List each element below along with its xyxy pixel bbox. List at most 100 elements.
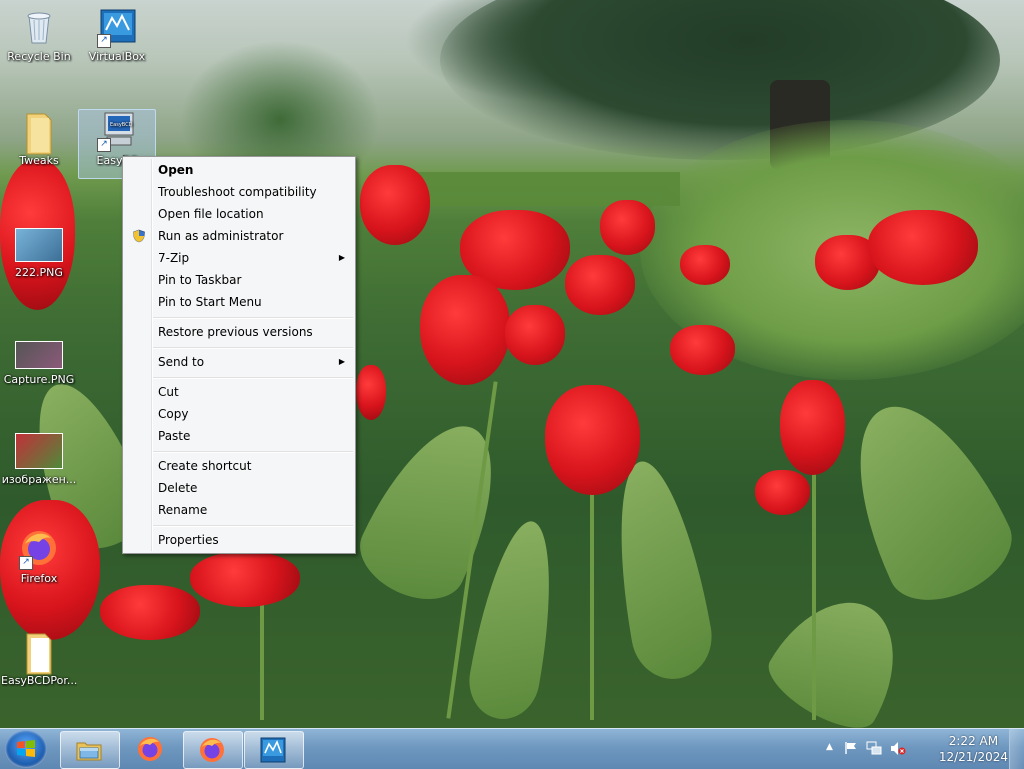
explorer-icon — [76, 742, 102, 761]
virtualbox-icon: ↗ — [97, 6, 137, 48]
desktop-icon-label: изображен... — [1, 473, 77, 486]
menu-item-label: Cut — [158, 385, 179, 399]
menu-item-label: Properties — [158, 533, 219, 547]
menu-item-troubleshoot-compatibility[interactable]: Troubleshoot compatibility — [125, 181, 353, 203]
desktop-icon-capture-png[interactable]: Capture.PNG — [1, 337, 77, 386]
menu-item-rename[interactable]: Rename — [125, 499, 353, 521]
desktop-icon-222-png[interactable]: 222.PNG — [1, 228, 77, 279]
shortcut-arrow-icon: ↗ — [97, 34, 111, 48]
menu-item-label: Pin to Taskbar — [158, 273, 242, 287]
wallpaper-leaf — [601, 454, 719, 686]
virtualbox-icon — [260, 737, 286, 763]
firefox-icon — [200, 738, 224, 762]
menu-item-pin-to-taskbar[interactable]: Pin to Taskbar — [125, 269, 353, 291]
menu-item-open-file-location[interactable]: Open file location — [125, 203, 353, 225]
menu-item-label: Open — [158, 163, 194, 177]
submenu-arrow-icon: ▶ — [338, 357, 345, 366]
menu-item-pin-to-start-menu[interactable]: Pin to Start Menu — [125, 291, 353, 313]
wallpaper-tulip — [600, 200, 655, 255]
wallpaper-tulip — [420, 275, 510, 385]
firefox-icon — [138, 737, 162, 761]
desktop-icon-label: Recycle Bin — [7, 50, 71, 63]
show-desktop-button[interactable] — [1009, 729, 1024, 769]
desktop-icon-label: Firefox — [20, 572, 58, 585]
wallpaper-tulip — [505, 305, 565, 365]
desktop-icon-recycle-bin[interactable]: Recycle Bin — [1, 6, 77, 63]
menu-item-create-shortcut[interactable]: Create shortcut — [125, 455, 353, 477]
menu-item-label: Paste — [158, 429, 191, 443]
menu-item-label: Open file location — [158, 207, 264, 221]
menu-item-label: Run as administrator — [158, 229, 284, 243]
context-menu: Open Troubleshoot compatibility Open fil… — [122, 156, 356, 554]
folder-icon — [19, 630, 59, 675]
wallpaper-stem — [812, 460, 816, 720]
submenu-arrow-icon: ▶ — [338, 253, 345, 262]
menu-item-label: Pin to Start Menu — [158, 295, 262, 309]
wallpaper-tulip — [190, 552, 300, 607]
desktop-icon-easybcd-portable[interactable]: EasyBCDPor... — [1, 630, 77, 687]
shortcut-arrow-icon: ↗ — [97, 138, 111, 152]
menu-item-delete[interactable]: Delete — [125, 477, 353, 499]
menu-item-label: 7-Zip — [158, 251, 190, 265]
wallpaper-tulip — [680, 245, 730, 285]
menu-item-label: Create shortcut — [158, 459, 252, 473]
menu-item-label: Send to — [158, 355, 205, 369]
action-center-flag-icon[interactable] — [844, 741, 858, 755]
clock-time: 2:22 AM — [948, 734, 999, 748]
desktop-icon-label: Capture.PNG — [3, 373, 75, 386]
wallpaper-leaf — [758, 578, 922, 728]
network-icon[interactable] — [866, 741, 882, 756]
wallpaper-tulip — [670, 325, 735, 375]
menu-item-label: Troubleshoot compatibility — [158, 185, 317, 199]
folder-icon — [19, 110, 59, 155]
svg-text:EasyBCD: EasyBCD — [110, 122, 133, 128]
desktop-icon-label: 222.PNG — [15, 266, 63, 279]
menu-item-open[interactable]: Open — [125, 159, 353, 181]
firefox-icon: ↗ — [19, 528, 59, 570]
show-hidden-icons-icon[interactable]: ▲ — [826, 742, 833, 752]
menu-item-7-zip[interactable]: 7-Zip ▶ — [125, 247, 353, 269]
volume-muted-icon[interactable] — [890, 741, 906, 756]
menu-item-paste[interactable]: Paste — [125, 425, 353, 447]
wallpaper-leaf — [823, 381, 1024, 619]
taskbar-button-firefox-window[interactable] — [183, 731, 243, 769]
menu-item-properties[interactable]: Properties — [125, 529, 353, 551]
taskbar-button-explorer[interactable] — [60, 731, 120, 769]
menu-separator — [153, 317, 353, 319]
wallpaper-tulip — [356, 365, 386, 420]
desktop-icon-image-file[interactable]: изображен... — [1, 433, 77, 486]
wallpaper-tulip — [100, 585, 200, 640]
wallpaper-tulip — [868, 210, 978, 285]
menu-item-cut[interactable]: Cut — [125, 381, 353, 403]
image-thumbnail-icon — [15, 228, 63, 262]
menu-separator — [153, 525, 353, 527]
uac-shield-icon — [133, 229, 145, 243]
windows-logo-icon — [17, 740, 35, 757]
start-button[interactable] — [5, 730, 47, 768]
desktop-icon-virtualbox[interactable]: ↗ VirtualBox — [79, 6, 155, 63]
menu-item-restore-previous-versions[interactable]: Restore previous versions — [125, 321, 353, 343]
taskbar-button-virtualbox[interactable] — [244, 731, 304, 769]
desktop-icon-firefox[interactable]: ↗ Firefox — [1, 528, 77, 585]
menu-item-run-as-administrator[interactable]: Run as administrator — [125, 225, 353, 247]
taskbar: ▲ 2:22 AM 12/21/2024 — [0, 728, 1024, 769]
taskbar-button-firefox[interactable] — [122, 731, 180, 767]
wallpaper-tulip — [565, 255, 635, 315]
recycle-bin-icon — [19, 6, 59, 46]
desktop-icon-tweaks[interactable]: Tweaks — [1, 110, 77, 167]
wallpaper-tulip — [755, 470, 810, 515]
menu-item-label: Restore previous versions — [158, 325, 313, 339]
wallpaper-tulip — [545, 385, 640, 495]
system-clock[interactable]: 2:22 AM 12/21/2024 — [939, 733, 1008, 765]
menu-item-label: Copy — [158, 407, 189, 421]
menu-item-copy[interactable]: Copy — [125, 403, 353, 425]
menu-item-label: Rename — [158, 503, 208, 517]
menu-separator — [153, 451, 353, 453]
wallpaper-leaf — [463, 515, 567, 725]
desktop-icon-label: VirtualBox — [88, 50, 146, 63]
shortcut-arrow-icon: ↗ — [19, 556, 33, 570]
image-thumbnail-icon — [15, 433, 63, 469]
menu-item-label: Delete — [158, 481, 198, 495]
menu-item-send-to[interactable]: Send to ▶ — [125, 351, 353, 373]
menu-separator — [153, 347, 353, 349]
